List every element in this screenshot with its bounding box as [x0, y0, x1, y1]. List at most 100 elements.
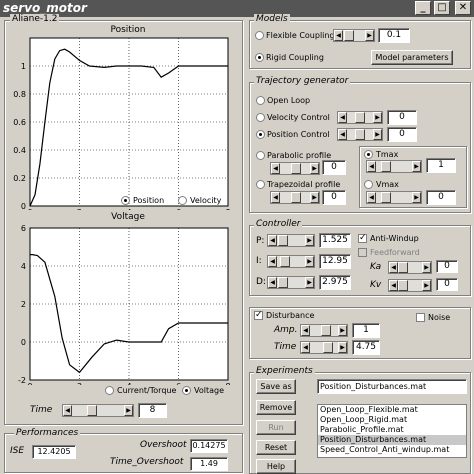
kv-value[interactable]: 0	[436, 278, 458, 291]
anti-windup-checkbox[interactable]: ✓	[358, 234, 367, 243]
chevron-right-icon[interactable]: ▶	[373, 112, 382, 123]
velocity-control-radio[interactable]	[256, 113, 265, 122]
slider-thumb[interactable]	[344, 30, 354, 41]
slider-thumb[interactable]	[291, 163, 301, 174]
list-item[interactable]: Parabolic_Profile.mat	[318, 425, 466, 435]
slider-thumb[interactable]	[278, 235, 288, 246]
chevron-right-icon[interactable]: ▶	[310, 163, 319, 174]
velocity-radio[interactable]	[178, 196, 187, 205]
current-torque-radio[interactable]	[105, 386, 114, 395]
slider-thumb[interactable]	[355, 112, 365, 123]
parabolic-profile-radio[interactable]	[256, 151, 265, 160]
vmax-radio[interactable]	[364, 180, 373, 189]
slider-thumb[interactable]	[87, 405, 97, 416]
chevron-left-icon[interactable]: ◀	[338, 112, 347, 123]
remove-button[interactable]: Remove	[256, 400, 296, 415]
slider-thumb[interactable]	[381, 161, 391, 172]
voltage-radio[interactable]	[182, 386, 191, 395]
slider-thumb[interactable]	[321, 325, 331, 336]
chevron-left-icon[interactable]: ◀	[389, 262, 398, 273]
vmax-value[interactable]: 0	[426, 190, 456, 205]
list-item-selected[interactable]: Position_Disturbances.mat	[318, 435, 466, 445]
tmax-slider[interactable]: ◀ ▶	[366, 160, 422, 173]
open-loop-radio[interactable]	[256, 96, 265, 105]
rigid-coupling-radio[interactable]	[255, 53, 264, 62]
slider-thumb[interactable]	[355, 129, 365, 140]
chevron-right-icon[interactable]: ▶	[305, 256, 314, 267]
chevron-right-icon[interactable]: ▶	[412, 161, 421, 172]
chevron-right-icon[interactable]: ▶	[365, 30, 374, 41]
slider-thumb[interactable]	[398, 262, 408, 273]
chevron-right-icon[interactable]: ▶	[305, 277, 314, 288]
chevron-left-icon[interactable]: ◀	[268, 277, 277, 288]
position-control-radio[interactable]	[256, 130, 265, 139]
chevron-left-icon[interactable]: ◀	[271, 163, 280, 174]
minimize-button[interactable]: _	[415, 1, 431, 15]
chevron-right-icon[interactable]: ▶	[412, 192, 421, 203]
noise-checkbox[interactable]	[416, 313, 425, 322]
experiments-file-list[interactable]: Open_Loop_Flexible.mat Open_Loop_Rigid.m…	[317, 404, 467, 458]
flexible-coupling-radio[interactable]	[255, 31, 264, 40]
chevron-right-icon[interactable]: ▶	[422, 280, 431, 291]
parabolic-profile-value[interactable]: 0	[322, 160, 346, 175]
disturbance-time-slider[interactable]: ◀ ▶	[300, 341, 348, 354]
vmax-slider[interactable]: ◀ ▶	[366, 191, 422, 204]
parabolic-profile-slider[interactable]: ◀ ▶	[270, 162, 320, 175]
chevron-left-icon[interactable]: ◀	[367, 192, 376, 203]
slider-thumb[interactable]	[278, 277, 288, 288]
maximize-button[interactable]: □	[434, 1, 450, 15]
i-value[interactable]: 12.95	[319, 254, 351, 269]
position-control-value[interactable]: 0	[387, 127, 417, 142]
slider-thumb[interactable]	[323, 342, 333, 353]
chevron-right-icon[interactable]: ▶	[422, 262, 431, 273]
position-control-slider[interactable]: ◀ ▶	[337, 128, 383, 141]
list-item[interactable]: Open_Loop_Rigid.mat	[318, 415, 466, 425]
chevron-right-icon[interactable]: ▶	[310, 192, 319, 203]
chevron-left-icon[interactable]: ◀	[338, 129, 347, 140]
experiment-filename-field[interactable]: Position_Disturbances.mat	[317, 379, 467, 394]
ka-slider[interactable]: ◀ ▶	[388, 261, 432, 274]
chevron-right-icon[interactable]: ▶	[338, 325, 347, 336]
amp-slider[interactable]: ◀ ▶	[300, 324, 348, 337]
i-slider[interactable]: ◀ ▶	[267, 255, 315, 268]
trapezoidal-profile-value[interactable]: 0	[322, 190, 346, 205]
flexible-coupling-slider[interactable]: ◀ ▶	[333, 29, 375, 42]
save-as-button[interactable]: Save as	[256, 379, 296, 394]
tmax-radio[interactable]	[364, 150, 373, 159]
amp-value[interactable]: 1	[352, 323, 380, 338]
chevron-left-icon[interactable]: ◀	[301, 342, 310, 353]
reset-button[interactable]: Reset	[256, 440, 296, 455]
kv-slider[interactable]: ◀ ▶	[388, 279, 432, 292]
close-button[interactable]: ✕	[455, 1, 471, 15]
model-parameters-button[interactable]: Model parameters	[371, 50, 453, 65]
d-value[interactable]: 2.975	[319, 275, 351, 290]
chevron-left-icon[interactable]: ◀	[63, 405, 72, 416]
chevron-left-icon[interactable]: ◀	[367, 161, 376, 172]
chevron-right-icon[interactable]: ▶	[338, 342, 347, 353]
velocity-control-value[interactable]: 0	[387, 110, 417, 125]
chevron-right-icon[interactable]: ▶	[373, 129, 382, 140]
run-button[interactable]: Run	[256, 420, 296, 435]
chevron-left-icon[interactable]: ◀	[268, 235, 277, 246]
slider-thumb[interactable]	[280, 256, 290, 267]
velocity-control-slider[interactable]: ◀ ▶	[337, 111, 383, 124]
p-slider[interactable]: ◀ ▶	[267, 234, 315, 247]
slider-thumb[interactable]	[398, 280, 408, 291]
chevron-left-icon[interactable]: ◀	[389, 280, 398, 291]
list-item[interactable]: Open_Loop_Flexible.mat	[318, 405, 466, 415]
feedforward-checkbox[interactable]	[358, 248, 367, 257]
disturbance-checkbox[interactable]: ✓	[254, 311, 263, 320]
chevron-left-icon[interactable]: ◀	[268, 256, 277, 267]
p-value[interactable]: 1.525	[319, 233, 351, 248]
flexible-coupling-value[interactable]: 0.1	[378, 28, 410, 43]
d-slider[interactable]: ◀ ▶	[267, 276, 315, 289]
slider-thumb[interactable]	[381, 192, 391, 203]
trapezoidal-profile-radio[interactable]	[256, 180, 265, 189]
tmax-value[interactable]: 1	[426, 158, 456, 173]
ka-value[interactable]: 0	[436, 260, 458, 273]
help-button[interactable]: Help	[256, 459, 296, 474]
position-radio[interactable]	[121, 196, 130, 205]
chevron-left-icon[interactable]: ◀	[271, 192, 280, 203]
chevron-left-icon[interactable]: ◀	[334, 30, 343, 41]
list-item[interactable]: Speed_Control_Anti_windup.mat	[318, 445, 466, 455]
